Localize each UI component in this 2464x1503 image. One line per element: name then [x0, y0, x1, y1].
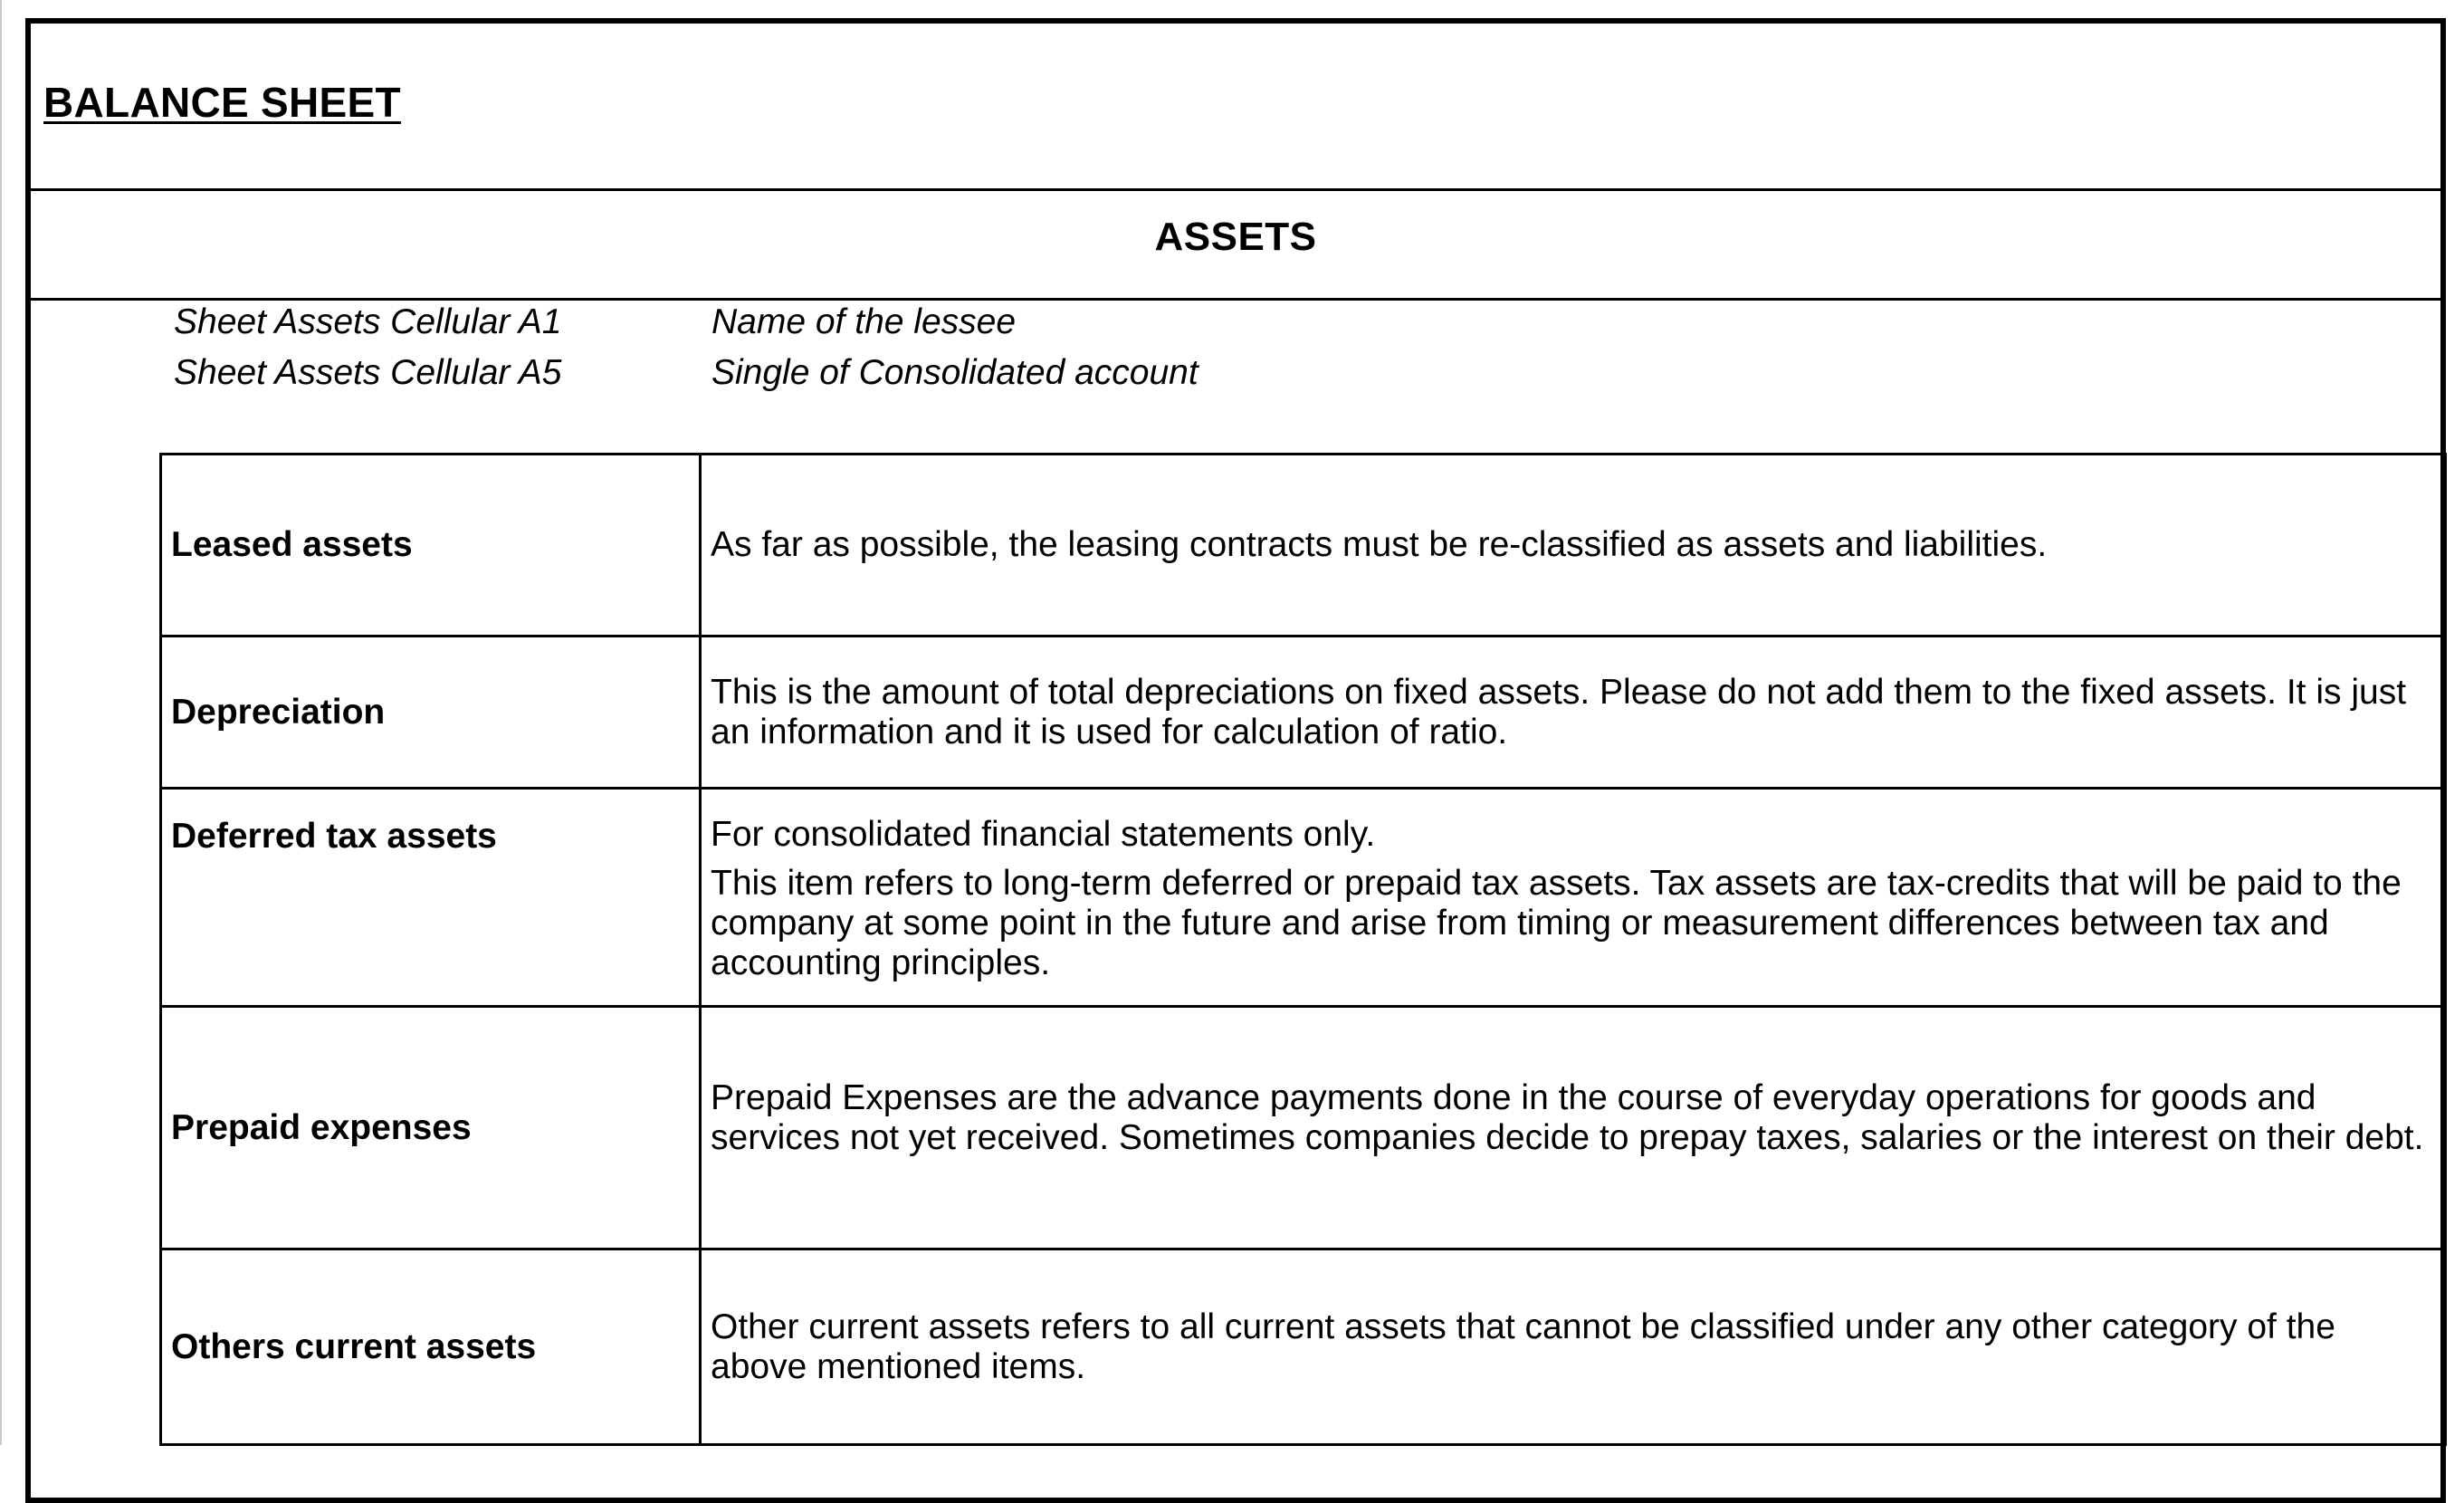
description-cell: Other current assets refers to all curre… — [699, 1248, 2447, 1446]
page-title: BALANCE SHEET — [43, 79, 401, 126]
definitions-table: Leased assets As far as possible, the le… — [159, 453, 2447, 1446]
table-row: Deferred tax assets For consolidated fin… — [159, 787, 2447, 1008]
description-text: As far as possible, the leasing contract… — [711, 525, 2048, 564]
term-prepaid-expenses: Prepaid expenses — [159, 1005, 702, 1250]
description-cell: This is the amount of total depreciation… — [699, 635, 2447, 790]
description-text: Other current assets refers to all curre… — [711, 1307, 2335, 1386]
table-row: Others current assets Other current asse… — [159, 1248, 2447, 1446]
section-header: ASSETS — [31, 191, 2440, 301]
term-other-current-assets: Others current assets — [159, 1248, 702, 1446]
title-area: BALANCE SHEET — [31, 24, 2440, 191]
info-label-a5: Sheet Assets Cellular A5 — [174, 353, 562, 392]
info-value-a5: Single of Consolidated account — [712, 353, 1199, 392]
term-deferred-tax-assets: Deferred tax assets — [159, 787, 702, 1008]
description-cell: Prepaid Expenses are the advance payment… — [699, 1005, 2447, 1250]
description-cell: As far as possible, the leasing contract… — [699, 453, 2447, 637]
table-row: Leased assets As far as possible, the le… — [159, 453, 2447, 637]
description-text: This item refers to long-term deferred o… — [711, 864, 2402, 982]
section-title: ASSETS — [1154, 215, 1317, 259]
table-row: Prepaid expenses Prepaid Expenses are th… — [159, 1005, 2447, 1250]
balance-sheet-frame: BALANCE SHEET ASSETS Sheet Assets Cellul… — [25, 18, 2447, 1503]
description-text: Prepaid Expenses are the advance payment… — [711, 1078, 2424, 1157]
term-depreciation: Depreciation — [159, 635, 702, 790]
info-value-a1: Name of the lessee — [712, 302, 1017, 341]
table-row: Depreciation This is the amount of total… — [159, 635, 2447, 790]
description-note: For consolidated financial statements on… — [711, 815, 1376, 854]
term-leased-assets: Leased assets — [159, 453, 702, 637]
info-label-a1: Sheet Assets Cellular A1 — [174, 302, 562, 341]
description-cell: For consolidated financial statements on… — [699, 787, 2447, 1008]
page-edge-rule — [0, 0, 2, 1445]
description-text: This is the amount of total depreciation… — [711, 672, 2407, 752]
